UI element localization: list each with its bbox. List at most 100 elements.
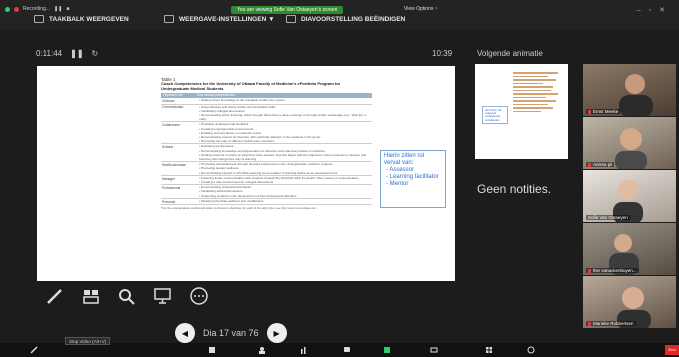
zoom-window: Recording... ❚❚ ■ You are viewing Sofie … (0, 0, 679, 357)
competency-item: • Modeling physician wellness and mindfu… (199, 198, 264, 203)
all-slides-button[interactable] (80, 286, 102, 306)
view-options-button[interactable]: View Options ~ (404, 6, 438, 12)
competency-item: • Creating a safe environment for colleg… (199, 180, 274, 185)
table-row: Collaborator • Providing nonjudgmental fe… (161, 122, 372, 145)
table-cell-competencies: • Sharing direct knowledge of the Canadi… (195, 98, 372, 104)
window-controls[interactable]: –▫✕ (637, 6, 673, 14)
competency-item: • Demonstrating interest in ePortfolio l… (199, 170, 338, 175)
presenter-timer: 0:11:44 ❚❚ ↻ (36, 49, 98, 58)
security-icon[interactable] (5, 6, 10, 12)
elapsed-time: 0:11:44 (36, 49, 63, 58)
next-slide-box: ePortfolio van volgende competentie ontw… (482, 106, 508, 124)
table-cell-role: Scholar (162, 145, 174, 150)
security-icon[interactable] (208, 346, 216, 354)
more-icon (190, 287, 208, 305)
next-slide-lines (513, 72, 563, 114)
chat-icon[interactable] (343, 346, 351, 354)
table-cell-role: Professional (162, 186, 181, 191)
muted-icon (588, 109, 591, 114)
pause-recording-icon[interactable]: ❚❚ (54, 6, 62, 12)
table-cell-competencies: • Using effective and timely written com… (195, 105, 372, 122)
pen-tool-button[interactable] (44, 286, 66, 306)
table-cell-role: Personal (162, 199, 176, 204)
table-cell-role: Collaborator (162, 123, 180, 128)
end-slideshow-icon (286, 15, 296, 23)
end-slideshow-label: DIAVOORSTELLING BEËINDIGEN (301, 15, 406, 23)
breakout-rooms-icon[interactable] (485, 346, 493, 354)
previous-slide-button[interactable]: ◀ (175, 323, 195, 343)
table-row: Clinician • Sharing direct knowledge of t… (161, 98, 372, 105)
display-settings-icon (164, 15, 174, 23)
next-slide-button[interactable]: ▶ (266, 323, 287, 343)
reactions-icon[interactable] (527, 346, 535, 354)
participant-tile[interactable]: Marieke Robbertsen (583, 276, 676, 328)
display-settings-button[interactable]: WEERGAVE-INSTELLINGEN ▼ (164, 15, 275, 23)
table-cell-competencies: • Promoting self-awareness through direc… (195, 162, 372, 175)
slide-counter: Dia 17 van 76 (203, 328, 259, 338)
muted-icon (588, 268, 591, 273)
muted-icon (588, 162, 591, 167)
more-options-button[interactable] (188, 286, 210, 306)
show-taskbar-label: TAAKBALK WEERGEVEN (49, 15, 129, 23)
participant-tile[interactable]: Ilse vanackenbuyen... (583, 223, 676, 275)
participant-name: Ilse vanackenbuyen... (593, 268, 637, 273)
recording-label: Recording... (23, 6, 50, 12)
muted-icon (588, 321, 591, 326)
next-slide-thumbnail[interactable]: ePortfolio van volgende competentie ontw… (475, 64, 568, 159)
current-slide[interactable]: Table 1 Coach Competencies for the Unive… (37, 66, 455, 281)
callout-box: Hierin zitten rol vervat van: Assessor L… (380, 150, 446, 208)
participant-tile[interactable]: Sofie Van Ostaeyen (583, 170, 676, 222)
current-time: 10:39 (432, 49, 453, 58)
stop-recording-icon[interactable]: ■ (66, 6, 69, 12)
mute-icon[interactable] (30, 346, 38, 354)
participant-tile[interactable]: Anissa pil (583, 117, 676, 169)
table-cell-role: Health advocate (162, 163, 186, 168)
table-row: Communicator • Using effective and timely… (161, 105, 372, 123)
record-button-icon[interactable] (430, 346, 438, 354)
participant-name: Ernst Meeke (593, 109, 619, 114)
table-subtitle: Coach Competencies for the University of… (161, 81, 341, 91)
table-row: Health advocate • Promoting self-awarenes… (161, 162, 372, 176)
table-cell-competencies: • Evaluating performance • Demonstrating … (195, 144, 372, 161)
competency-item: • Guiding students to reflect on what th… (199, 152, 367, 162)
table-cell-competencies: • Modeling physician wellness and mindfu… (195, 199, 372, 205)
end-slideshow-button[interactable]: DIAVOORSTELLING BEËINDIGEN (286, 15, 405, 23)
competency-item: • Sharing direct knowledge of the Canadi… (199, 98, 286, 102)
pointer-screen-button[interactable] (152, 286, 174, 306)
table-cell-role: Communicator (162, 105, 184, 110)
share-screen-icon[interactable] (383, 346, 391, 354)
table-row: Professional • Demonstrating professional… (161, 185, 372, 199)
callout-title: Hierin zitten rol vervat van: (384, 153, 425, 166)
participant-name: Marieke Robbertsen (593, 321, 634, 326)
table-cell-competencies: • Fostering timely communication with st… (195, 176, 372, 184)
table-row: Manager • Fostering timely communication … (161, 176, 372, 186)
zoom-button[interactable] (116, 286, 138, 306)
reset-timer-icon[interactable]: ↻ (92, 49, 99, 58)
callout-item: Learning facilitator (384, 174, 442, 181)
callout-item: Assessor (384, 167, 442, 174)
table-cell-competencies: • Demonstrating professional behavior • F… (195, 185, 372, 198)
stop-video-tooltip: Stop Video (Alt+V) (65, 337, 111, 345)
competency-item: • Supporting students in the development… (199, 193, 297, 198)
participant-tile[interactable]: Ernst Meeke (583, 64, 676, 116)
speaker-notes: Geen notities. (477, 182, 552, 196)
pen-icon (47, 289, 62, 304)
table-cell-competencies: • Providing nonjudgmental feedback • Crea… (195, 122, 372, 143)
show-taskbar-button[interactable]: TAAKBALK WEERGEVEN (34, 15, 129, 23)
end-meeting-button[interactable]: End (665, 345, 679, 355)
pause-timer-icon[interactable]: ❚❚ (70, 49, 83, 58)
sharing-banner: You are viewing Sofie Van Ostaeyen's scr… (231, 6, 344, 14)
participants-icon[interactable] (258, 346, 266, 354)
chevron-left-icon: ◀ (181, 328, 189, 338)
table-row: Scholar • Evaluating performance • Demonst… (161, 144, 372, 163)
next-animation-title: Volgende animatie (477, 49, 543, 58)
meeting-toolbar (0, 343, 679, 357)
presenter-tools (44, 286, 210, 306)
competency-item: • Demonstrating active listening, either… (199, 113, 367, 122)
participant-name: Anissa pil (593, 162, 613, 167)
participant-name: Sofie Van Ostaeyen (588, 215, 628, 220)
slide-navigation: ◀ Dia 17 van 76 ▶ (175, 323, 287, 343)
recording-indicator[interactable]: Recording... ❚❚ ■ (5, 6, 69, 12)
polls-icon[interactable] (300, 346, 308, 354)
table-body: Clinician • Sharing direct knowledge of t… (161, 98, 372, 206)
